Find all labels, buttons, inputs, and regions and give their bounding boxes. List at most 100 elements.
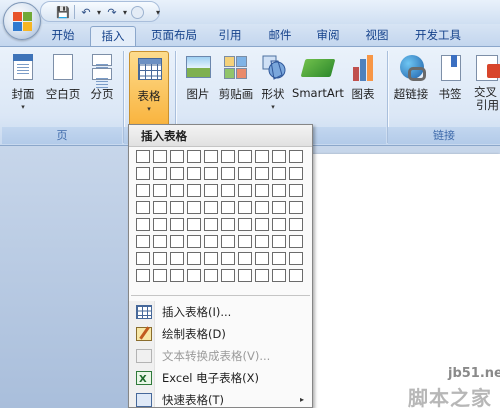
cover-page-button[interactable]: 封面 ▾ [6,53,40,111]
table-grid-cell[interactable] [170,184,184,197]
tab-home[interactable]: 开始 [40,26,86,46]
table-grid-cell[interactable] [289,167,303,180]
table-grid-cell[interactable] [255,252,269,265]
table-grid-cell[interactable] [187,167,201,180]
table-grid-cell[interactable] [221,167,235,180]
shapes-button[interactable]: 形状 ▾ [258,53,288,111]
table-grid-cell[interactable] [221,201,235,214]
table-grid-cell[interactable] [204,201,218,214]
table-grid-cell[interactable] [289,252,303,265]
table-grid-cell[interactable] [272,235,286,248]
table-grid-cell[interactable] [204,150,218,163]
table-grid-cell[interactable] [170,201,184,214]
blank-page-button[interactable]: 空白页 [42,53,84,102]
redo-dropdown-icon[interactable]: ▾ [123,8,127,17]
table-grid-cell[interactable] [238,235,252,248]
table-grid-cell[interactable] [272,167,286,180]
table-grid-cell[interactable] [187,269,201,282]
table-grid-cell[interactable] [221,269,235,282]
table-grid-cell[interactable] [289,269,303,282]
table-grid-cell[interactable] [153,235,167,248]
office-button[interactable] [3,2,41,40]
table-grid-cell[interactable] [255,218,269,231]
undo-icon[interactable]: ↶ [79,5,93,19]
table-grid-cell[interactable] [289,218,303,231]
table-grid-cell[interactable] [238,218,252,231]
save-icon[interactable]: 💾 [56,5,70,19]
customize-qat-icon[interactable]: ▾ [156,8,160,17]
cross-reference-button[interactable]: 交叉 引用 [470,53,500,112]
tab-view[interactable]: 视图 [355,26,399,46]
tab-insert[interactable]: 插入 [90,26,136,46]
table-grid-cell[interactable] [170,235,184,248]
table-grid-cell[interactable] [187,201,201,214]
table-grid-cell[interactable] [136,252,150,265]
table-grid-cell[interactable] [238,167,252,180]
tab-mailings[interactable]: 邮件 [258,26,302,46]
bookmark-button[interactable]: 书签 [434,53,466,102]
table-grid-cell[interactable] [255,201,269,214]
table-grid-cell[interactable] [221,150,235,163]
hyperlink-button[interactable]: 超链接 [392,53,430,102]
table-grid-cell[interactable] [221,252,235,265]
table-grid-cell[interactable] [238,269,252,282]
picture-button[interactable]: 图片 [180,53,216,102]
table-grid-cell[interactable] [136,235,150,248]
table-grid-cell[interactable] [187,184,201,197]
table-grid-cell[interactable] [204,167,218,180]
table-grid-cell[interactable] [187,235,201,248]
table-grid-cell[interactable] [204,184,218,197]
table-grid-cell[interactable] [153,252,167,265]
table-grid-cell[interactable] [238,150,252,163]
table-grid-cell[interactable] [187,252,201,265]
table-grid-cell[interactable] [289,201,303,214]
table-grid-cell[interactable] [272,150,286,163]
table-grid-cell[interactable] [272,218,286,231]
chart-button[interactable]: 图表 [346,53,380,102]
table-grid-cell[interactable] [136,269,150,282]
redo-icon[interactable]: ↷ [105,5,119,19]
table-grid-cell[interactable] [272,184,286,197]
table-grid-cell[interactable] [136,201,150,214]
clip-art-button[interactable]: 剪贴画 [216,53,256,102]
table-grid-cell[interactable] [153,201,167,214]
table-grid-cell[interactable] [238,184,252,197]
table-button[interactable]: 表格 ▾ [129,51,169,127]
table-grid-cell[interactable] [289,150,303,163]
table-grid-cell[interactable] [255,235,269,248]
table-grid-cell[interactable] [153,184,167,197]
menu-item-quick-tables[interactable]: 快速表格(T) ▸ [131,389,310,408]
tab-references[interactable]: 引用 [210,26,250,46]
table-grid-cell[interactable] [136,184,150,197]
page-break-button[interactable]: 分页 [86,53,118,102]
table-grid-cell[interactable] [272,201,286,214]
table-grid-cell[interactable] [136,167,150,180]
table-grid-cell[interactable] [204,252,218,265]
table-grid-cell[interactable] [170,252,184,265]
tab-page-layout[interactable]: 页面布局 [140,26,208,46]
table-grid-cell[interactable] [255,269,269,282]
tab-developer[interactable]: 开发工具 [404,26,472,46]
table-grid-cell[interactable] [204,269,218,282]
table-grid-cell[interactable] [153,167,167,180]
table-grid-cell[interactable] [238,252,252,265]
undo-dropdown-icon[interactable]: ▾ [97,8,101,17]
tab-review[interactable]: 审阅 [306,26,350,46]
table-grid-cell[interactable] [255,150,269,163]
table-grid-cell[interactable] [153,269,167,282]
table-grid-cell[interactable] [170,150,184,163]
table-grid-cell[interactable] [272,252,286,265]
table-grid-cell[interactable] [238,201,252,214]
table-grid-cell[interactable] [204,218,218,231]
table-grid-cell[interactable] [289,235,303,248]
table-grid-cell[interactable] [255,184,269,197]
menu-item-insert-table[interactable]: 插入表格(I)... [131,301,310,323]
table-grid-cell[interactable] [170,167,184,180]
table-grid-cell[interactable] [187,150,201,163]
table-grid-cell[interactable] [221,184,235,197]
table-grid-cell[interactable] [272,269,286,282]
table-grid-cell[interactable] [255,167,269,180]
smartart-button[interactable]: SmartArt [292,53,344,100]
table-grid-cell[interactable] [136,218,150,231]
table-grid-cell[interactable] [204,235,218,248]
